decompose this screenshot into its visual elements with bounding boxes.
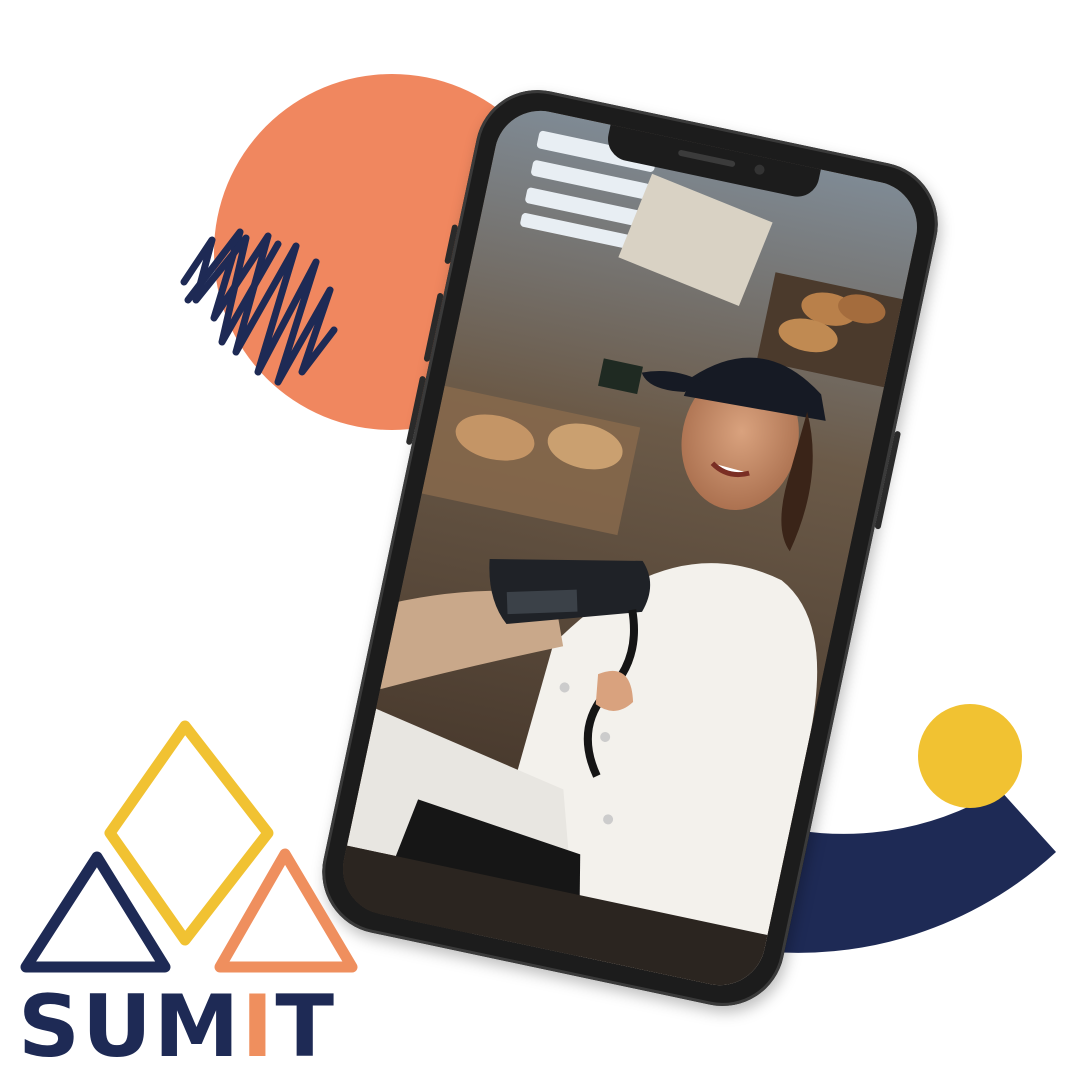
logo-wordmark: SUMIT	[18, 977, 336, 1077]
sumit-logo: SUMIT	[18, 720, 358, 1077]
